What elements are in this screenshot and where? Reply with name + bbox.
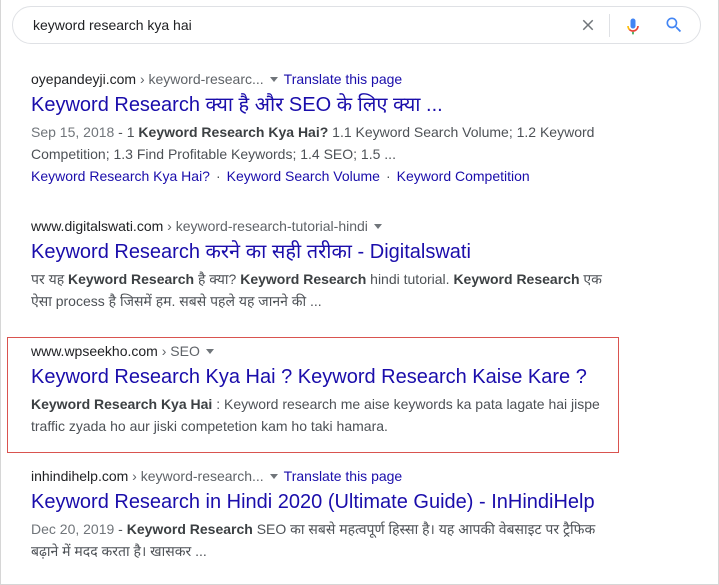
result-title[interactable]: Keyword Research Kya Hai ? Keyword Resea… xyxy=(31,364,603,390)
page-border-left xyxy=(0,0,1,585)
search-result: inhindihelp.com › keyword-research... Tra… xyxy=(31,466,603,562)
result-cite: www.wpseekho.com › SEO xyxy=(31,341,603,361)
result-snippet: पर यह Keyword Research है क्या? Keyword … xyxy=(31,268,603,312)
snippet-text: - 1 xyxy=(114,124,139,140)
snippet-text: hindi tutorial. xyxy=(366,271,454,287)
caret-down-icon[interactable] xyxy=(269,473,278,479)
result-path: › keyword-researc... xyxy=(136,71,264,87)
snippet-text: पर यह xyxy=(31,271,69,287)
caret-down-icon[interactable] xyxy=(373,223,382,229)
result-title[interactable]: Keyword Research in Hindi 2020 (Ultimate… xyxy=(31,489,603,515)
result-cite: www.digitalswati.com › keyword-research-… xyxy=(31,216,603,236)
result-cite: oyepandeyji.com › keyword-researc... Tran… xyxy=(31,69,603,89)
sitelink[interactable]: Keyword Competition xyxy=(397,168,530,184)
snippet-bold: Keyword Research Kya Hai? xyxy=(138,124,329,140)
snippet-text: है क्या? xyxy=(194,271,241,287)
result-path: › keyword-research-tutorial-hindi xyxy=(163,218,368,234)
sitelink-separator: · xyxy=(385,168,391,184)
search-divider xyxy=(609,14,610,37)
search-icon[interactable] xyxy=(664,15,684,35)
translate-link[interactable]: Translate this page xyxy=(284,468,403,484)
translate-link[interactable]: Translate this page xyxy=(284,71,403,87)
result-date: Sep 15, 2018 xyxy=(31,124,115,140)
caret-down-icon[interactable] xyxy=(269,76,278,82)
result-date: Dec 20, 2019 xyxy=(31,521,115,537)
result-title[interactable]: Keyword Research क्या है और SEO के लिए क… xyxy=(31,92,603,118)
search-result: www.digitalswati.com › keyword-research-… xyxy=(31,216,603,312)
sitelinks: Keyword Research Kya Hai? · Keyword Search… xyxy=(31,165,603,187)
result-title[interactable]: Keyword Research करने का सही तरीका - Dig… xyxy=(31,239,603,265)
clear-icon[interactable] xyxy=(579,16,597,34)
result-path: › SEO xyxy=(157,343,200,359)
result-domain: inhindihelp.com xyxy=(31,468,129,484)
search-input[interactable]: keyword research kya hai xyxy=(33,17,192,33)
snippet-bold: Keyword Research xyxy=(453,271,580,287)
result-snippet: Dec 20, 2019 - Keyword Research SEO का स… xyxy=(31,518,603,562)
result-domain: oyepandeyji.com xyxy=(31,71,137,87)
result-snippet: Keyword Research Kya Hai : Keyword resea… xyxy=(31,393,603,437)
snippet-text: - xyxy=(114,521,127,537)
snippet-bold: Keyword Research Kya Hai xyxy=(31,396,213,412)
result-domain: www.wpseekho.com xyxy=(31,343,158,359)
result-snippet: Sep 15, 2018 - 1 Keyword Research Kya Ha… xyxy=(31,121,603,165)
sitelink[interactable]: Keyword Search Volume xyxy=(227,168,380,184)
snippet-bold: Keyword Research xyxy=(126,521,253,537)
result-path: › keyword-research... xyxy=(128,468,264,484)
result-domain: www.digitalswati.com xyxy=(31,218,164,234)
snippet-bold: Keyword Research xyxy=(240,271,367,287)
result-cite: inhindihelp.com › keyword-research... Tra… xyxy=(31,466,603,486)
snippet-bold: Keyword Research xyxy=(68,271,195,287)
sitelink-separator: · xyxy=(215,168,221,184)
search-bar[interactable]: keyword research kya hai xyxy=(12,6,701,44)
mic-icon[interactable] xyxy=(623,15,643,37)
caret-down-icon[interactable] xyxy=(205,348,214,354)
search-result: oyepandeyji.com › keyword-researc... Tran… xyxy=(31,69,603,187)
search-result: www.wpseekho.com › SEO Keyword Research … xyxy=(31,341,603,437)
sitelink[interactable]: Keyword Research Kya Hai? xyxy=(31,168,210,184)
